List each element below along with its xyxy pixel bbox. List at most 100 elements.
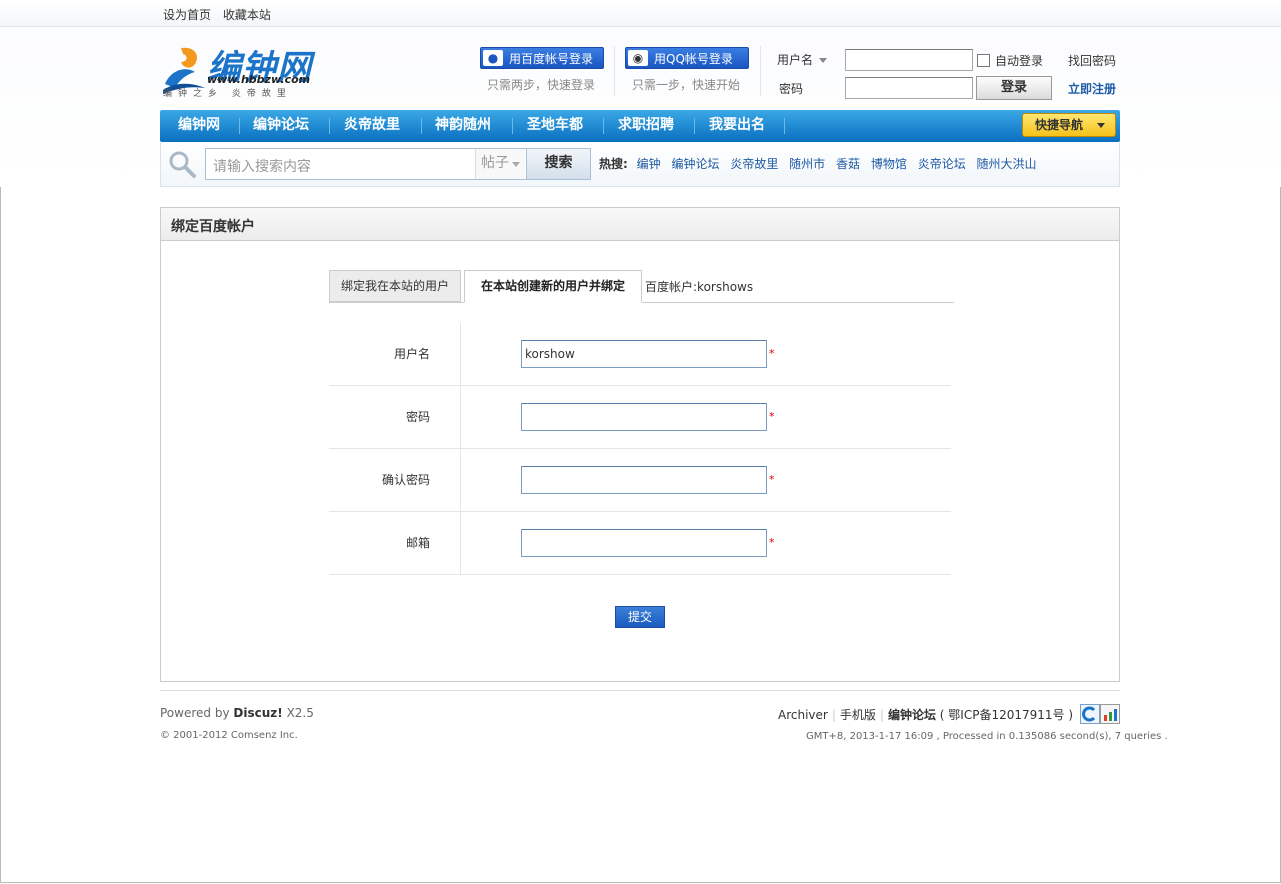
password-field-label: 密码 [405, 410, 430, 424]
baidu-login-hint: 只需两步，快速登录 [487, 78, 596, 92]
autologin-label[interactable]: 自动登录 [995, 52, 1043, 69]
icp-link[interactable]: ( 鄂ICP备12017911号 ) [940, 708, 1073, 722]
bookmark-link[interactable]: 收藏本站 [223, 8, 271, 22]
separator: | [879, 708, 884, 722]
tab-create-new[interactable]: 在本站创建新的用户并绑定 [464, 270, 642, 303]
divider [614, 46, 615, 96]
required-marker: * [769, 410, 775, 423]
qq-penguin-icon: ◉ [628, 50, 648, 66]
username-label: 用户名 [777, 53, 814, 67]
form-label-cell: 用户名 [329, 323, 461, 385]
nav-item-forum[interactable]: 编钟论坛 [253, 110, 309, 142]
username-field-label: 用户名 [393, 347, 430, 361]
hot-term[interactable]: 炎帝故里 [730, 157, 778, 171]
nav-divider [329, 118, 330, 134]
site-logo[interactable]: 编钟网 www.hbbzw.com 编钟之乡 炎帝故里 [161, 40, 317, 99]
powered-by: Powered by Discuz! X2.5 [160, 706, 314, 720]
nav-item-famous[interactable]: 我要出名 [709, 110, 765, 142]
username-type-dropdown[interactable]: 用户名 [777, 51, 828, 68]
baidu-paw-icon: ● [483, 50, 503, 66]
hot-term[interactable]: 编钟论坛 [671, 157, 719, 171]
nav-divider [603, 118, 604, 134]
nav-item-bianzhongwang[interactable]: 编钟网 [178, 110, 220, 142]
hot-term[interactable]: 随州市 [789, 157, 825, 171]
search-button[interactable]: 搜索 [526, 149, 590, 179]
nav-item-suizhou[interactable]: 神韵随州 [435, 110, 491, 142]
tab-bind-existing[interactable]: 绑定我在本站的用户 [329, 270, 461, 302]
processed-info: GMT+8, 2013-1-17 16:09 , Processed in 0.… [806, 731, 1168, 742]
cnzz-stats-icon[interactable] [1080, 704, 1120, 724]
qq-login-button[interactable]: ◉ 用QQ帐号登录 [625, 47, 749, 69]
hot-term[interactable]: 炎帝论坛 [918, 157, 966, 171]
form-label-cell: 邮箱 [329, 512, 461, 574]
required-marker: * [769, 473, 775, 486]
nav-divider [694, 118, 695, 134]
main-nav: 编钟网 编钟论坛 炎帝故里 神韵随州 圣地车都 求职招聘 我要出名 [160, 110, 1120, 142]
archiver-link[interactable]: Archiver [778, 708, 828, 722]
qq-login-label: 用QQ帐号登录 [654, 52, 733, 66]
panel-header: 绑定百度帐户 [161, 208, 1119, 241]
email-field-label: 邮箱 [405, 536, 430, 550]
nav-item-chedu[interactable]: 圣地车都 [527, 110, 583, 142]
search-icon [169, 151, 196, 178]
chevron-down-icon [512, 162, 520, 167]
nav-divider [512, 118, 513, 134]
discuz-link[interactable]: Discuz! [233, 706, 282, 720]
logo-slogan: 编钟之乡 炎帝故里 [163, 89, 292, 99]
site-name-link[interactable]: 编钟论坛 [888, 708, 936, 722]
password-label: 密码 [779, 82, 804, 96]
form-label-cell: 确认密码 [329, 449, 461, 511]
nav-item-jobs[interactable]: 求职招聘 [618, 110, 674, 142]
separator: | [831, 708, 836, 722]
nav-divider [784, 118, 785, 134]
nav-divider [421, 118, 422, 134]
copyright-text[interactable]: © 2001-2012 Comsenz Inc. [160, 730, 298, 741]
password-input[interactable] [845, 77, 973, 99]
top-bar: 设为首页 收藏本站 [0, 0, 1281, 27]
panel-title: 绑定百度帐户 [171, 219, 255, 235]
confirm-password-input[interactable] [521, 466, 767, 494]
quick-nav-button[interactable]: 快捷导航 [1022, 113, 1116, 137]
logo-url: www.hbbzw.com [207, 73, 311, 86]
search-type-value: 帖子 [481, 155, 509, 171]
qq-login-hint: 只需一步，快速开始 [632, 78, 741, 92]
required-marker: * [769, 536, 775, 549]
top-links: 设为首页 收藏本站 [163, 6, 279, 23]
form-row-email: 邮箱 * [329, 512, 951, 575]
chevron-down-icon [819, 58, 828, 63]
set-homepage-link[interactable]: 设为首页 [163, 8, 211, 22]
footer-divider [160, 690, 1120, 691]
form-row-username: 用户名 * [329, 323, 951, 386]
hot-term[interactable]: 编钟 [637, 157, 661, 171]
find-password-link[interactable]: 找回密码 [1068, 52, 1116, 69]
new-username-input[interactable] [521, 340, 767, 368]
form-label-cell: 密码 [329, 386, 461, 448]
divider [760, 46, 761, 96]
nav-divider [239, 118, 240, 134]
powered-prefix: Powered by [160, 706, 230, 720]
hot-term[interactable]: 博物馆 [871, 157, 907, 171]
login-button[interactable]: 登录 [976, 76, 1052, 100]
mobile-link[interactable]: 手机版 [840, 708, 876, 722]
new-password-input[interactable] [521, 403, 767, 431]
register-link[interactable]: 立即注册 [1068, 80, 1116, 97]
baidu-login-button[interactable]: ● 用百度帐号登录 [480, 47, 604, 69]
submit-button[interactable]: 提交 [615, 606, 665, 628]
hot-searches: 热搜: 编钟 编钟论坛 炎帝故里 随州市 香菇 博物馆 炎帝论坛 随州大洪山 [599, 155, 1039, 172]
baidu-login-label: 用百度帐号登录 [509, 52, 594, 66]
copyright: © 2001-2012 Comsenz Inc. [160, 730, 298, 741]
quick-nav-label: 快捷导航 [1035, 118, 1084, 132]
hot-term[interactable]: 随州大洪山 [977, 157, 1037, 171]
search-type-select[interactable]: 帖子 [475, 149, 525, 179]
hot-term[interactable]: 香菇 [836, 157, 860, 171]
required-marker: * [769, 347, 775, 360]
footer-links: Archiver | 手机版 | 编钟论坛 ( 鄂ICP备12017911号 ) [778, 706, 1073, 723]
email-input[interactable] [521, 529, 767, 557]
powered-version: X2.5 [286, 706, 314, 720]
nav-item-yandi[interactable]: 炎帝故里 [344, 110, 400, 142]
username-input[interactable] [845, 49, 973, 71]
hot-label: 热搜: [599, 157, 628, 171]
form-row-confirm-password: 确认密码 * [329, 449, 951, 512]
autologin-checkbox[interactable] [977, 54, 990, 67]
confirm-password-field-label: 确认密码 [381, 473, 430, 487]
